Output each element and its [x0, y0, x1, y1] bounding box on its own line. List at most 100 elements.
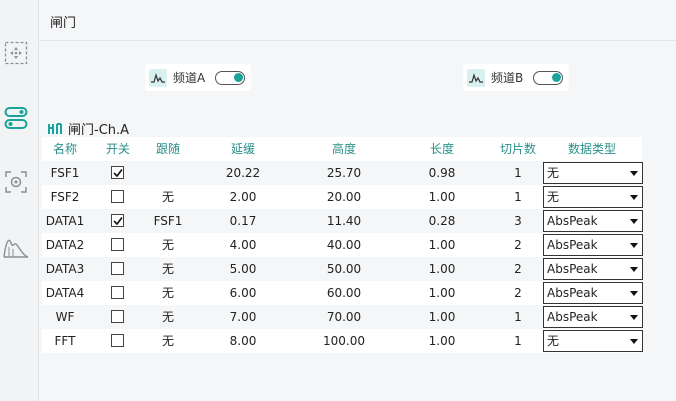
table-header-row: 名称 开关 跟随 延缓 高度 长度 切片数 数据类型: [42, 137, 642, 161]
channel-b-label: 频道B: [491, 71, 524, 85]
data-type-select[interactable]: AbsPeak: [543, 282, 643, 304]
cell-name: FSF2: [50, 190, 80, 204]
col-header-length: 长度: [429, 142, 454, 156]
cell-height[interactable]: 100.00: [304, 329, 384, 353]
data-type-value: 无: [547, 190, 560, 204]
cell-slices[interactable]: 2: [484, 281, 552, 305]
cell-height[interactable]: 25.70: [304, 161, 384, 185]
data-type-select[interactable]: AbsPeak: [543, 306, 643, 328]
row-enable-checkbox[interactable]: [111, 166, 124, 179]
data-type-value: 无: [547, 166, 560, 180]
channel-a-control: 频道A: [145, 64, 252, 91]
cell-length[interactable]: 1.00: [402, 329, 482, 353]
data-type-select[interactable]: AbsPeak: [543, 258, 643, 280]
cell-delay[interactable]: 6.00: [208, 281, 278, 305]
gate-section-title: 闸门-Ch.A: [48, 119, 129, 138]
table-row: FSF1 20.22 25.70 0.98 1 无: [42, 161, 643, 185]
cell-follow: 无: [161, 190, 174, 204]
row-enable-checkbox[interactable]: [111, 190, 124, 203]
waveform-peaks-icon[interactable]: [3, 234, 29, 260]
cell-height[interactable]: 60.00: [304, 281, 384, 305]
cell-height[interactable]: 50.00: [304, 257, 384, 281]
cell-slices[interactable]: 2: [484, 233, 552, 257]
cell-slices[interactable]: 1: [484, 185, 552, 209]
cell-height[interactable]: 40.00: [304, 233, 384, 257]
cell-length[interactable]: 0.98: [402, 161, 482, 185]
cell-height[interactable]: 11.40: [304, 209, 384, 233]
table-row: DATA2 无 4.00 40.00 1.00 2 AbsPeak: [42, 233, 643, 257]
chevron-down-icon: [630, 267, 638, 272]
channel-waveform-icon: [467, 68, 485, 87]
cell-slices[interactable]: 1: [484, 161, 552, 185]
cell-slices[interactable]: 2: [484, 257, 552, 281]
cell-follow: FSF1: [153, 214, 183, 228]
page-header: 闸门: [39, 0, 676, 41]
table-row: FFT 无 8.00 100.00 1.00 1 无: [42, 329, 643, 353]
cell-delay[interactable]: 0.17: [208, 209, 278, 233]
col-header-name: 名称: [52, 142, 77, 156]
row-enable-checkbox[interactable]: [111, 334, 124, 347]
toggle-switch-icon[interactable]: [3, 105, 29, 131]
cell-delay[interactable]: 20.22: [208, 161, 278, 185]
cell-slices[interactable]: 1: [484, 305, 552, 329]
cell-length[interactable]: 0.28: [402, 209, 482, 233]
data-type-select[interactable]: 无: [543, 162, 643, 184]
col-header-follow: 跟随: [155, 142, 180, 156]
chevron-down-icon: [630, 195, 638, 200]
chevron-down-icon: [630, 315, 638, 320]
channel-b-toggle[interactable]: [533, 70, 564, 85]
data-type-select[interactable]: AbsPeak: [543, 234, 643, 256]
cell-length[interactable]: 1.00: [402, 185, 482, 209]
cell-follow: 无: [161, 238, 174, 252]
move-crosshair-icon[interactable]: [3, 40, 29, 66]
cell-name: FSF1: [50, 166, 80, 180]
cell-length[interactable]: 1.00: [402, 233, 482, 257]
gate-section-label: 闸门-Ch.A: [68, 123, 130, 138]
cell-name: WF: [55, 310, 75, 324]
table-row: WF 无 7.00 70.00 1.00 1 AbsPeak: [42, 305, 643, 329]
cell-follow: [140, 161, 196, 185]
toggle-knob: [552, 72, 562, 82]
channel-a-label: 频道A: [173, 71, 206, 85]
cell-delay[interactable]: 7.00: [208, 305, 278, 329]
chevron-down-icon: [630, 171, 638, 176]
data-type-select[interactable]: AbsPeak: [543, 210, 643, 232]
row-enable-checkbox[interactable]: [111, 310, 124, 323]
row-enable-checkbox[interactable]: [111, 238, 124, 251]
row-enable-checkbox[interactable]: [111, 286, 124, 299]
checkmark-icon: [113, 169, 123, 178]
cell-delay[interactable]: 4.00: [208, 233, 278, 257]
cell-height[interactable]: 20.00: [304, 185, 384, 209]
cell-height[interactable]: 70.00: [304, 305, 384, 329]
table-row: DATA1 FSF1 0.17 11.40 0.28 3 AbsPeak: [42, 209, 643, 233]
channel-b-control: 频道B: [463, 64, 570, 91]
data-type-value: AbsPeak: [547, 214, 598, 228]
main-panel: 闸门 频道A 频道B 闸门-Ch.A 名称 开关 跟随 延缓 高度 长度 切片数…: [39, 0, 676, 401]
cell-length[interactable]: 1.00: [402, 257, 482, 281]
gate-icon: [48, 122, 62, 134]
row-enable-checkbox[interactable]: [111, 262, 124, 275]
data-type-select[interactable]: 无: [543, 186, 643, 208]
cell-delay[interactable]: 2.00: [208, 185, 278, 209]
table-row: DATA4 无 6.00 60.00 1.00 2 AbsPeak: [42, 281, 643, 305]
data-type-select[interactable]: 无: [543, 330, 643, 352]
chevron-down-icon: [630, 243, 638, 248]
cell-slices[interactable]: 3: [484, 209, 552, 233]
data-type-value: AbsPeak: [547, 310, 598, 324]
cell-delay[interactable]: 5.00: [208, 257, 278, 281]
cell-length[interactable]: 1.00: [402, 281, 482, 305]
cell-slices[interactable]: 1: [484, 329, 552, 353]
table-body: FSF1 20.22 25.70 0.98 1 无 FSF2 无 2.00 20.00 1.00 1 无…: [42, 161, 643, 353]
cell-length[interactable]: 1.00: [402, 305, 482, 329]
col-header-type: 数据类型: [567, 142, 616, 156]
sidebar: [0, 0, 39, 401]
focus-target-icon[interactable]: [3, 169, 29, 195]
table-row: FSF2 无 2.00 20.00 1.00 1 无: [42, 185, 643, 209]
data-type-value: AbsPeak: [547, 286, 598, 300]
channel-a-toggle[interactable]: [215, 70, 246, 85]
cell-name: DATA3: [45, 262, 85, 276]
row-enable-checkbox[interactable]: [111, 214, 124, 227]
page-title: 闸门: [50, 16, 77, 31]
cell-name: DATA1: [45, 214, 85, 228]
cell-delay[interactable]: 8.00: [208, 329, 278, 353]
